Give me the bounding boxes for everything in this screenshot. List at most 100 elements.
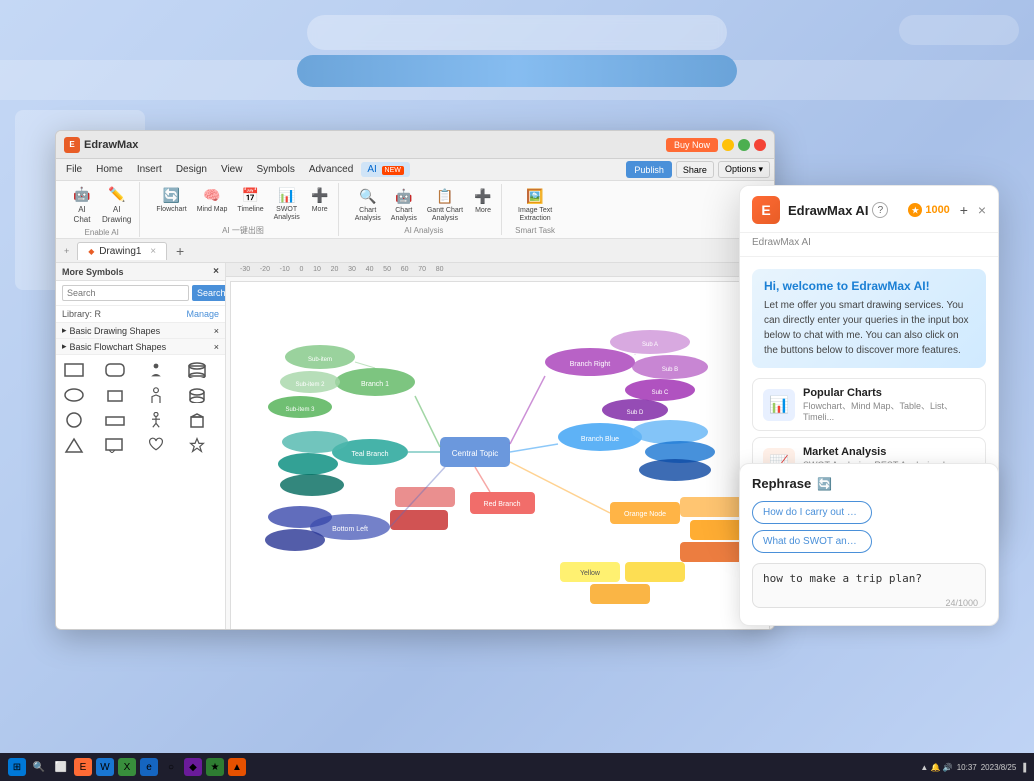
taskbar-word[interactable]: W <box>96 758 114 776</box>
section-close-icon[interactable]: × <box>214 326 219 336</box>
ribbon: 🤖 AI Chat ✏️ AI Drawing Enable AI 🔄 Flow… <box>56 181 774 239</box>
menu-ai[interactable]: AI NEW <box>361 162 410 177</box>
options-button[interactable]: Options ▾ <box>718 161 770 178</box>
ribbon-ai-drawing[interactable]: ✏️ AI Drawing <box>98 182 135 226</box>
taskbar-ie[interactable]: e <box>140 758 158 776</box>
ribbon-more-1[interactable]: ➕ More <box>306 183 334 223</box>
shape-rounded-rect[interactable] <box>101 359 129 381</box>
shape-callout-rect[interactable] <box>101 434 129 456</box>
shape-rectangle[interactable] <box>60 359 88 381</box>
title-bar: E EdrawMax Buy Now <box>56 131 774 159</box>
ribbon-mind-map[interactable]: 🧠 Mind Map <box>193 183 232 223</box>
ribbon-swot[interactable]: 📊 SWOT Analysis <box>270 183 304 223</box>
manage-button[interactable]: Manage <box>186 309 219 319</box>
menu-advanced[interactable]: Advanced <box>303 162 359 177</box>
menu-design[interactable]: Design <box>170 162 213 177</box>
section-label: Basic Drawing Shapes <box>70 326 161 336</box>
ribbon-chart-buttons: 🔄 Flowchart 🧠 Mind Map 📅 Timeline 📊 SWOT… <box>152 183 333 223</box>
section-close-icon-2[interactable]: × <box>214 342 219 352</box>
rephrase-refresh-icon[interactable]: 🔄 <box>817 477 832 491</box>
library-row: Library: R Manage <box>56 306 225 323</box>
menu-insert[interactable]: Insert <box>131 162 168 177</box>
shape-triangle[interactable] <box>60 434 88 456</box>
svg-text:Red Branch: Red Branch <box>484 501 521 508</box>
ribbon-chart-analysis[interactable]: 🔍 Chart Analysis <box>351 184 385 224</box>
ribbon-ai-chat[interactable]: 🤖 AI Chat <box>68 182 96 226</box>
basic-drawing-section[interactable]: ▸ Basic Drawing Shapes × <box>56 323 225 339</box>
ai-panel-close-button[interactable]: × <box>978 202 986 218</box>
ribbon-analysis-buttons: 🔍 Chart Analysis 🤖 Chart Analysis 📋 Gant… <box>351 184 497 224</box>
ai-new-badge: NEW <box>382 166 404 175</box>
gantt-label: Gantt Chart <box>427 207 463 214</box>
ribbon-timeline[interactable]: 📅 Timeline <box>233 183 267 223</box>
ribbon-image-text[interactable]: 🖼️ Image Text Extraction <box>514 184 556 224</box>
shape-person[interactable] <box>142 359 170 381</box>
add-tab-button[interactable]: + <box>171 242 189 260</box>
taskbar-search[interactable]: 🔍 <box>30 758 48 776</box>
menu-file[interactable]: File <box>60 162 88 177</box>
chip-swot[interactable]: What do SWOT and AARRR ... <box>752 530 872 553</box>
mind-map-diagram: Central Topic Branch 1 Sub-item Sub-item… <box>231 282 769 629</box>
swot-label2: Analysis <box>274 214 300 221</box>
panel-close-icon[interactable]: × <box>213 266 219 277</box>
image-text-label: Image Text <box>518 207 552 214</box>
shapes-search-box: Search <box>56 281 225 306</box>
taskbar-app3[interactable]: ▲ <box>228 758 246 776</box>
ribbon-ai-analysis[interactable]: 🤖 Chart Analysis <box>387 184 421 224</box>
buy-now-button[interactable]: Buy Now <box>666 138 718 152</box>
taskbar-chrome[interactable]: ○ <box>162 758 180 776</box>
chip-competition[interactable]: How do I carry out competi... <box>752 501 872 524</box>
suggestion-chips: How do I carry out competi... What do SW… <box>752 501 986 553</box>
ribbon-gantt[interactable]: 📋 Gantt Chart Analysis <box>423 184 467 224</box>
basic-flowchart-section[interactable]: ▸ Basic Flowchart Shapes × <box>56 339 225 355</box>
shape-stick-person[interactable] <box>142 409 170 431</box>
library-label: Library: R <box>62 309 101 319</box>
share-button[interactable]: Share <box>676 161 714 178</box>
taskbar-app2[interactable]: ★ <box>206 758 224 776</box>
menu-home[interactable]: Home <box>90 162 129 177</box>
canvas-content[interactable]: Central Topic Branch 1 Sub-item Sub-item… <box>230 281 770 629</box>
maximize-button[interactable] <box>738 139 750 151</box>
drawing1-tab[interactable]: ◆ Drawing1 × <box>77 242 167 260</box>
shape-star[interactable] <box>183 434 211 456</box>
smart-task-label: Smart Task <box>514 226 556 235</box>
shape-ellipse[interactable] <box>60 384 88 406</box>
menu-symbols[interactable]: Symbols <box>250 162 300 177</box>
ai-panel-title: EdrawMax AI <box>788 203 868 218</box>
add-coins-button[interactable]: + <box>956 202 972 218</box>
coin-icon: ★ <box>908 203 922 217</box>
shape-cylinder[interactable] <box>183 359 211 381</box>
minimize-button[interactable] <box>722 139 734 151</box>
taskbar-excel[interactable]: X <box>118 758 136 776</box>
feature-popular-charts[interactable]: 📊 Popular Charts Flowchart、Mind Map、Tabl… <box>752 378 986 431</box>
shape-wide-rect[interactable] <box>101 409 129 431</box>
shape-circle[interactable] <box>60 409 88 431</box>
panel-title: More Symbols <box>62 267 124 277</box>
publish-button[interactable]: Publish <box>626 161 672 178</box>
system-tray: ▲ 🔔 🔊 10:37 2023/8/25 ▐ <box>920 763 1026 772</box>
shape-barrel[interactable] <box>183 384 211 406</box>
taskbar-edrawmax[interactable]: E <box>74 758 92 776</box>
mind-map-icon: 🧠 <box>202 185 222 205</box>
close-window-button[interactable] <box>754 139 766 151</box>
shapes-search-button[interactable]: Search <box>192 285 226 301</box>
shapes-search-input[interactable] <box>62 285 189 301</box>
taskbar-start[interactable]: ⊞ <box>8 758 26 776</box>
tab-close-icon[interactable]: × <box>150 246 156 257</box>
menu-view[interactable]: View <box>215 162 249 177</box>
ribbon-more-2[interactable]: ➕ More <box>469 184 497 224</box>
taskbar-app1[interactable]: ◆ <box>184 758 202 776</box>
timeline-icon: 📅 <box>241 185 261 205</box>
main-canvas[interactable]: -30 -20 -10 0 10 20 30 40 50 60 70 80 Ce… <box>226 263 774 629</box>
ribbon-flowchart[interactable]: 🔄 Flowchart <box>152 183 190 223</box>
taskbar-taskview[interactable]: ⬜ <box>52 758 70 776</box>
image-text-icon: 🖼️ <box>525 186 545 206</box>
chart-analysis-label: Chart <box>359 207 376 214</box>
shape-cube[interactable] <box>183 409 211 431</box>
ai-help-button[interactable]: ? <box>872 202 888 218</box>
shape-heart[interactable] <box>142 434 170 456</box>
section-label-2: Basic Flowchart Shapes <box>70 342 167 352</box>
shape-small-rect[interactable] <box>101 384 129 406</box>
shape-person-2[interactable] <box>142 384 170 406</box>
show-desktop[interactable]: ▐ <box>1020 763 1026 772</box>
